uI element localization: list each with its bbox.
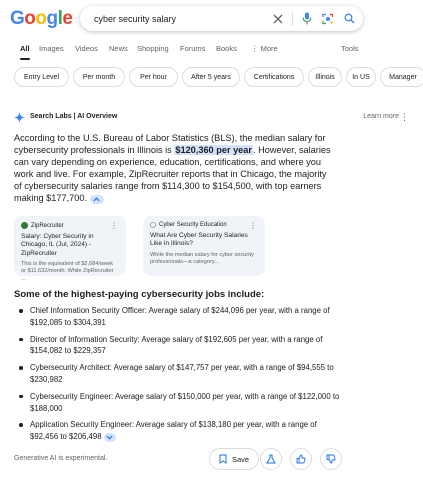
chip-entry-level[interactable]: Entry Level — [14, 67, 69, 87]
experimental-note: Generative AI is experimental. — [14, 455, 108, 462]
source-title[interactable]: What Are Cyber Security Salaries Like in… — [150, 232, 258, 249]
list-item: Cybersecurity Engineer: Average salary o… — [14, 391, 344, 415]
chip-certifications[interactable]: Certifications — [244, 67, 304, 87]
labs-button[interactable] — [260, 448, 282, 470]
chip-in-us[interactable]: In US — [346, 67, 376, 87]
thumbs-up-button[interactable] — [290, 448, 312, 470]
flask-icon — [266, 454, 276, 464]
sparkle-icon — [14, 112, 25, 125]
save-label: Save — [231, 454, 250, 464]
google-logo[interactable]: Google — [10, 8, 90, 30]
source-card-ziprecruiter[interactable]: ZipRecruiter ⋮ Salary: Cyber Security in… — [14, 216, 126, 282]
card-menu-icon[interactable]: ⋮ — [110, 221, 118, 230]
thumbs-down-icon — [326, 454, 336, 464]
tab-shopping[interactable]: Shopping — [137, 44, 169, 53]
chip-after-5-years[interactable]: After 5 years — [182, 67, 240, 87]
microphone-icon[interactable] — [300, 12, 314, 26]
ai-overview-header: Search Labs | AI Overview Learn more ⋮ — [14, 112, 409, 124]
site-favicon-icon — [150, 222, 156, 228]
tab-all[interactable]: All — [20, 44, 30, 53]
list-item-last: Application Security Engineer: Average s… — [14, 419, 344, 443]
list-item: Chief Information Security Officer: Aver… — [14, 305, 344, 329]
chip-manager[interactable]: Manager — [380, 67, 423, 87]
lens-icon[interactable] — [321, 12, 335, 26]
tab-tools[interactable]: Tools — [341, 44, 359, 53]
chip-per-hour[interactable]: Per hour — [129, 67, 178, 87]
tab-forums[interactable]: Forums — [180, 44, 205, 53]
overview-menu-icon[interactable]: ⋮ — [400, 112, 409, 123]
clear-icon[interactable] — [271, 12, 285, 26]
chevron-down-icon — [106, 435, 113, 440]
jobs-heading: Some of the highest-paying cybersecurity… — [14, 289, 265, 300]
save-button[interactable]: Save — [209, 448, 259, 470]
ziprecruiter-favicon-icon — [21, 222, 28, 229]
list-item-text: Application Security Engineer: Average s… — [30, 420, 317, 442]
source-site: Cyber Security Education — [150, 222, 258, 228]
learn-more-link[interactable]: Learn more — [363, 113, 399, 120]
ai-overview-title: Search Labs | AI Overview — [30, 113, 118, 120]
source-snippet: While the median salary for cyber securi… — [150, 251, 254, 266]
tab-videos[interactable]: Videos — [75, 44, 98, 53]
thumbs-up-icon — [296, 454, 306, 464]
source-card-cyber-security-education[interactable]: Cyber Security Education ⋮ What Are Cybe… — [143, 216, 265, 276]
thumbs-down-button[interactable] — [320, 448, 342, 470]
more-dots-icon: ⋮ — [251, 44, 261, 53]
chip-per-month[interactable]: Per month — [73, 67, 125, 87]
search-tabs: All Images Videos News Shopping Forums B… — [20, 44, 423, 58]
card-menu-icon[interactable]: ⋮ — [249, 221, 257, 230]
search-input[interactable]: cyber security salary — [94, 14, 271, 24]
ai-overview-text: According to the U.S. Bureau of Labor St… — [14, 132, 336, 205]
chip-illinois[interactable]: Illinois — [308, 67, 342, 87]
active-tab-indicator — [20, 58, 30, 60]
source-site: ZipRecruiter — [21, 222, 119, 229]
list-item: Director of Information Security: Averag… — [14, 334, 344, 358]
tab-images[interactable]: Images — [39, 44, 64, 53]
source-site-name: Cyber Security Education — [159, 222, 227, 228]
source-site-name: ZipRecruiter — [31, 222, 64, 229]
expand-button[interactable] — [103, 432, 116, 442]
refinement-chips: Entry Level Per month Per hour After 5 y… — [14, 67, 423, 87]
search-box[interactable]: cyber security salary — [80, 6, 363, 31]
tab-news[interactable]: News — [109, 44, 128, 53]
median-salary-highlight: $120,360 per year — [174, 145, 253, 156]
tab-more-label: More — [260, 44, 278, 53]
divider — [292, 11, 293, 26]
chevron-up-icon — [93, 196, 100, 201]
jobs-list: Chief Information Security Officer: Aver… — [14, 305, 344, 448]
list-item: Cybersecurity Architect: Average salary … — [14, 362, 344, 386]
source-title[interactable]: Salary: Cyber Security in Chicago, IL (J… — [21, 233, 119, 258]
collapse-button[interactable] — [89, 194, 104, 204]
search-icon[interactable] — [342, 12, 356, 26]
tab-more[interactable]: ⋮ More — [251, 44, 278, 53]
bookmark-icon — [219, 454, 227, 464]
source-snippet: This is the equivalent of $2,684/week or… — [21, 261, 114, 282]
tab-books[interactable]: Books — [216, 44, 237, 53]
